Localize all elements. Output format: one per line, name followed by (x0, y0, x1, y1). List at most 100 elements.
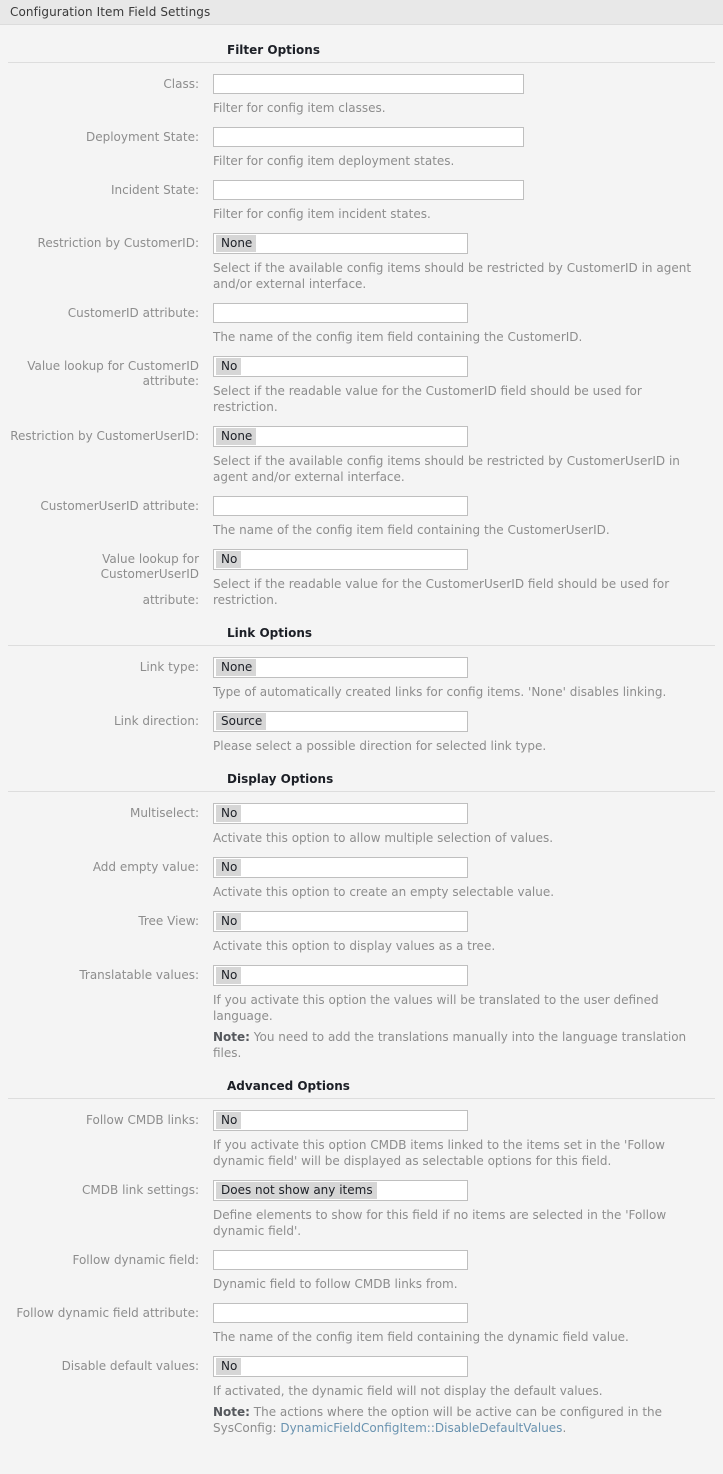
field-column: Filter for config item deployment states… (213, 127, 723, 169)
form-row: Follow dynamic field attribute: The name … (0, 1303, 723, 1345)
selected-option[interactable]: No (216, 358, 242, 375)
field-hint: The name of the config item field contai… (213, 330, 583, 344)
selected-option[interactable]: None (216, 659, 257, 676)
field-label: Incident State: (110, 183, 199, 197)
section-header: Link Options (0, 626, 723, 645)
form-row: CustomerID attribute: The name of the con… (0, 303, 723, 345)
field-column: Filter for config item incident states. (213, 180, 723, 222)
note-tail: . (562, 1421, 567, 1435)
select-listbox[interactable]: No (213, 965, 468, 986)
text-input-field[interactable] (213, 303, 468, 323)
field-hint: The name of the config item field contai… (213, 1330, 629, 1344)
field-column: No Select if the readable value for the C… (213, 549, 723, 608)
select-listbox[interactable]: No (213, 1356, 468, 1377)
selected-option[interactable]: None (216, 428, 257, 445)
form-row: Incident State: Filter for config item in… (0, 180, 723, 222)
field-label: Add empty value: (92, 860, 199, 874)
section-header: Filter Options (0, 43, 723, 62)
selected-option[interactable]: None (216, 235, 257, 252)
form-row: Translatable values: No If you activate th… (0, 965, 723, 1061)
form-section: Link Options Link type: None Type of automa… (0, 626, 723, 754)
form-row: Deployment State: Filter for config item … (0, 127, 723, 169)
field-label: Disable default values: (61, 1359, 199, 1373)
selected-option[interactable]: No (216, 805, 242, 822)
selected-option[interactable]: No (216, 1358, 242, 1375)
form-row: Tree View: No Activate this option to disp… (0, 911, 723, 954)
field-label: CMDB link settings: (82, 1183, 199, 1197)
field-label-line1: Value lookup for CustomerUserID (100, 552, 199, 581)
select-listbox[interactable]: No (213, 803, 468, 824)
field-label: Tree View: (138, 914, 199, 928)
field-label: Follow CMDB links: (86, 1113, 199, 1127)
field-column: None Type of automatically created links … (213, 657, 723, 700)
form-row: Restriction by CustomerUserID: None Select… (0, 426, 723, 485)
selected-option[interactable]: No (216, 859, 242, 876)
form-row: Follow CMDB links: No If you activate this… (0, 1110, 723, 1169)
field-hint: Filter for config item incident states. (213, 207, 431, 221)
select-listbox[interactable]: No (213, 549, 468, 570)
field-column: The name of the config item field contai… (213, 496, 723, 538)
section-title: Link Options (227, 626, 313, 640)
text-input-field[interactable] (213, 74, 524, 94)
field-label: Restriction by CustomerID: (37, 236, 199, 250)
field-label: CustomerUserID attribute: (40, 499, 199, 513)
select-listbox[interactable]: No (213, 911, 468, 932)
field-column: Source Please select a possible direction… (213, 711, 723, 754)
selected-option[interactable]: Does not show any items (216, 1182, 377, 1199)
field-label: Multiselect: (129, 806, 199, 820)
field-hint: Select if the readable value for the Cus… (213, 384, 642, 414)
select-listbox[interactable]: Source (213, 711, 468, 732)
selected-option[interactable]: Source (216, 713, 267, 730)
selected-option[interactable]: No (216, 1112, 242, 1129)
section-divider (8, 645, 715, 646)
text-input-field[interactable] (213, 1250, 468, 1270)
form-row: CustomerUserID attribute: The name of the… (0, 496, 723, 538)
section-header-spacer (0, 626, 227, 645)
section-divider (8, 791, 715, 792)
select-listbox[interactable]: Does not show any items (213, 1180, 468, 1201)
field-hint: The name of the config item field contai… (213, 523, 610, 537)
field-label: Value lookup for CustomerID attribute: (27, 359, 199, 388)
field-column: Dynamic field to follow CMDB links from. (213, 1250, 723, 1292)
field-column: No Activate this option to allow multiple… (213, 803, 723, 846)
field-column: The name of the config item field contai… (213, 1303, 723, 1345)
field-note: Note: The actions where the option will … (213, 1404, 701, 1436)
note-prefix: Note: (213, 1030, 250, 1044)
sysconfig-link[interactable]: DynamicFieldConfigItem::DisableDefaultVa… (280, 1421, 562, 1435)
select-listbox[interactable]: None (213, 426, 468, 447)
text-input-field[interactable] (213, 127, 524, 147)
field-hint: Please select a possible direction for s… (213, 739, 547, 753)
section-divider (8, 62, 715, 63)
select-listbox[interactable]: No (213, 356, 468, 377)
selected-option[interactable]: No (216, 967, 242, 984)
select-listbox[interactable]: None (213, 233, 468, 254)
select-listbox[interactable]: No (213, 1110, 468, 1131)
section-title: Display Options (227, 772, 334, 786)
field-column: Does not show any items Define elements t… (213, 1180, 723, 1239)
selected-option[interactable]: No (216, 551, 242, 568)
field-label: Link direction: (113, 714, 199, 728)
select-listbox[interactable]: No (213, 857, 468, 878)
field-column: No If you activate this option CMDB items… (213, 1110, 723, 1169)
section-title: Advanced Options (227, 1079, 350, 1093)
field-hint: Type of automatically created links for … (213, 685, 667, 699)
note-prefix: Note: (213, 1405, 250, 1419)
field-column: No Select if the readable value for the C… (213, 356, 723, 415)
select-listbox[interactable]: None (213, 657, 468, 678)
form-section: Advanced Options Follow CMDB links: No If y… (0, 1079, 723, 1436)
field-label-line2: attribute: (142, 593, 199, 607)
field-label: Follow dynamic field attribute: (16, 1306, 199, 1320)
form-row: Value lookup for CustomerUserID attribute… (0, 549, 723, 608)
field-column: No If you activate this option the values… (213, 965, 723, 1061)
text-input-field[interactable] (213, 180, 524, 200)
field-label: Link type: (139, 660, 199, 674)
form-row: Follow dynamic field: Dynamic field to fo… (0, 1250, 723, 1292)
form-section: Display Options Multiselect: No Activate th… (0, 772, 723, 1061)
text-input-field[interactable] (213, 496, 468, 516)
field-hint: Filter for config item classes. (213, 101, 386, 115)
field-label: Translatable values: (79, 968, 199, 982)
selected-option[interactable]: No (216, 913, 242, 930)
field-column: No If activated, the dynamic field will n… (213, 1356, 723, 1436)
section-header-spacer (0, 1079, 227, 1098)
text-input-field[interactable] (213, 1303, 468, 1323)
